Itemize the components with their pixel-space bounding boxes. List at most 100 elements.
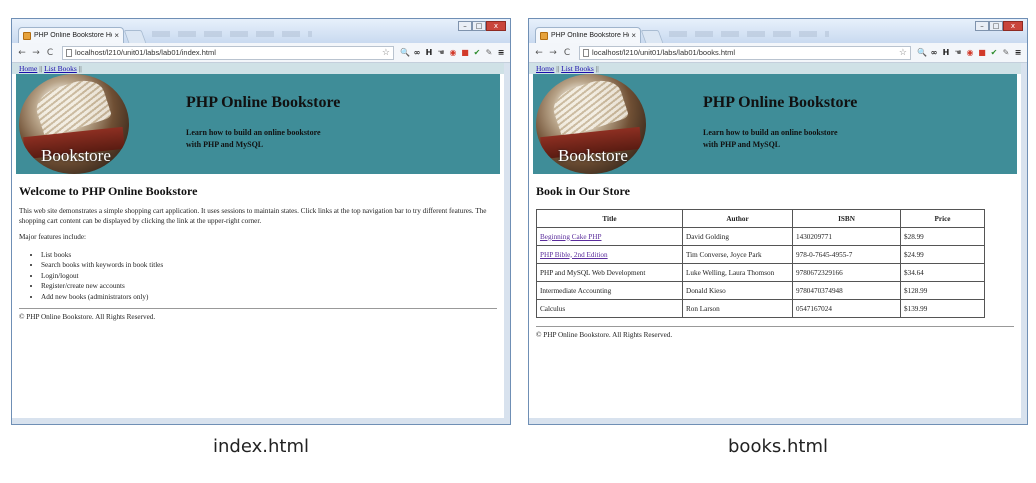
stop-extension-icon[interactable]: ■ xyxy=(977,48,987,58)
tab-close-icon[interactable]: × xyxy=(631,31,636,40)
bookmark-star-icon[interactable]: ☆ xyxy=(899,47,907,58)
list-item: Login/logout xyxy=(41,271,497,282)
site-title: PHP Online Bookstore xyxy=(186,94,341,111)
new-tab-button[interactable] xyxy=(123,30,147,43)
record-extension-icon[interactable]: ◉ xyxy=(965,48,975,58)
list-item: Add new books (administrators only) xyxy=(41,292,497,303)
nav-home-link[interactable]: Home xyxy=(536,64,554,73)
menu-icon[interactable]: ≡ xyxy=(496,48,506,58)
bookstore-logo: Bookstore xyxy=(19,74,129,174)
page-icon xyxy=(583,48,589,57)
h-extension-icon[interactable]: H xyxy=(424,48,434,58)
new-tab-button[interactable] xyxy=(640,30,664,43)
minimize-button[interactable]: – xyxy=(458,21,472,31)
isbn-cell: 978-0-7645-4955-7 xyxy=(792,245,901,264)
main-content: Book in Our Store Title Author ISBN Pric… xyxy=(529,184,1021,339)
books-table: Title Author ISBN Price Beginning Cake P… xyxy=(536,209,985,318)
logo-text: Bookstore xyxy=(41,146,111,165)
browser-window-index: PHP Online Bookstore Ho × – □ x ← → C lo… xyxy=(11,18,511,425)
maximize-button[interactable]: □ xyxy=(472,21,486,31)
close-window-button[interactable]: x xyxy=(1003,21,1023,31)
browser-window-books: PHP Online Bookstore Ho × – □ x ← → C lo… xyxy=(528,18,1028,425)
title-cell: Intermediate Accounting xyxy=(536,281,683,300)
address-bar[interactable]: localhost/l210/unit01/labs/lab01/books.h… xyxy=(579,45,911,60)
browser-tab[interactable]: PHP Online Bookstore Ho × xyxy=(18,27,124,43)
check-extension-icon[interactable]: ✔ xyxy=(472,48,482,58)
forward-icon[interactable]: → xyxy=(547,48,559,58)
subtitle-line-2: with PHP and MySQL xyxy=(703,140,781,149)
blurred-tab-strip xyxy=(669,31,829,37)
table-header-row: Title Author ISBN Price xyxy=(536,209,985,228)
check-extension-icon[interactable]: ✔ xyxy=(989,48,999,58)
glasses-extension-icon[interactable]: ∞ xyxy=(929,48,939,58)
title-bar: PHP Online Bookstore Ho × – □ x xyxy=(529,19,1027,43)
pointer-extension-icon[interactable]: ☚ xyxy=(953,48,963,58)
browser-tab[interactable]: PHP Online Bookstore Ho × xyxy=(535,27,641,43)
pointer-extension-icon[interactable]: ☚ xyxy=(436,48,446,58)
tab-close-icon[interactable]: × xyxy=(114,31,119,40)
nav-list-books-link[interactable]: List Books xyxy=(44,64,77,73)
author-cell: Tim Converse, Joyce Park xyxy=(682,245,793,264)
footer-divider xyxy=(536,326,1014,327)
table-row: Intermediate Accounting Donald Kieso 978… xyxy=(536,281,985,300)
url-text: localhost/l210/unit01/labs/lab01/index.h… xyxy=(75,48,216,57)
reload-icon[interactable]: C xyxy=(44,48,56,58)
nav-list-books-link[interactable]: List Books xyxy=(561,64,594,73)
price-cell: $128.99 xyxy=(900,281,985,300)
reload-icon[interactable]: C xyxy=(561,48,573,58)
table-row: PHP and MySQL Web Development Luke Welli… xyxy=(536,263,985,282)
address-bar[interactable]: localhost/l210/unit01/labs/lab01/index.h… xyxy=(62,45,394,60)
page-viewport: Home || List Books || Bookstore PHP Onli… xyxy=(12,63,510,424)
close-window-button[interactable]: x xyxy=(486,21,506,31)
page-heading: Welcome to PHP Online Bookstore xyxy=(19,184,198,198)
bookstore-logo: Bookstore xyxy=(536,74,646,174)
table-row: Calculus Ron Larson 0547167024 $139.99 xyxy=(536,299,985,318)
stop-extension-icon[interactable]: ■ xyxy=(460,48,470,58)
blurred-tab-strip xyxy=(152,31,312,37)
nav-home-link[interactable]: Home xyxy=(19,64,37,73)
author-cell: Donald Kieso xyxy=(682,281,793,300)
search-extension-icon[interactable]: 🔍 xyxy=(400,48,410,58)
footer-divider xyxy=(19,308,497,309)
bookmark-star-icon[interactable]: ☆ xyxy=(382,47,390,58)
author-cell: David Golding xyxy=(682,227,793,246)
page-icon xyxy=(66,48,72,57)
book-title-link[interactable]: Beginning Cake PHP xyxy=(540,233,602,241)
main-content: Welcome to PHP Online Bookstore This web… xyxy=(12,184,504,321)
back-icon[interactable]: ← xyxy=(533,48,545,58)
minimize-button[interactable]: – xyxy=(975,21,989,31)
site-banner: Bookstore PHP Online Bookstore Learn how… xyxy=(533,74,1017,174)
maximize-button[interactable]: □ xyxy=(989,21,1003,31)
site-subtitle: Learn how to build an online bookstore w… xyxy=(186,127,321,151)
price-cell: $24.99 xyxy=(900,245,985,264)
logo-text: Bookstore xyxy=(558,146,628,165)
title-cell: PHP and MySQL Web Development xyxy=(536,263,683,282)
tools-extension-icon[interactable]: ✎ xyxy=(1001,48,1011,58)
author-cell: Luke Welling, Laura Thomson xyxy=(682,263,793,282)
tools-extension-icon[interactable]: ✎ xyxy=(484,48,494,58)
back-icon[interactable]: ← xyxy=(16,48,28,58)
caption-index: index.html xyxy=(213,436,309,457)
isbn-cell: 0547167024 xyxy=(792,299,901,318)
record-extension-icon[interactable]: ◉ xyxy=(448,48,458,58)
page-viewport: Home || List Books || Bookstore PHP Onli… xyxy=(529,63,1027,424)
site-banner: Bookstore PHP Online Bookstore Learn how… xyxy=(16,74,500,174)
glasses-extension-icon[interactable]: ∞ xyxy=(412,48,422,58)
list-item: List books xyxy=(41,250,497,261)
book-title-link[interactable]: PHP Bible, 2nd Edition xyxy=(540,251,608,259)
table-row: PHP Bible, 2nd Edition Tim Converse, Joy… xyxy=(536,245,985,264)
search-extension-icon[interactable]: 🔍 xyxy=(917,48,927,58)
table-row: Beginning Cake PHP David Golding 1430209… xyxy=(536,227,985,246)
browser-toolbar: ← → C localhost/l210/unit01/labs/lab01/b… xyxy=(529,43,1027,63)
site-subtitle: Learn how to build an online bookstore w… xyxy=(703,127,838,151)
page-footer: © PHP Online Bookstore. All Rights Reser… xyxy=(536,331,673,339)
nav-separator: || xyxy=(556,64,560,73)
price-cell: $34.64 xyxy=(900,263,985,282)
tab-title: PHP Online Bookstore Ho xyxy=(34,32,113,39)
isbn-cell: 9780470374948 xyxy=(792,281,901,300)
isbn-cell: 1430209771 xyxy=(792,227,901,246)
h-extension-icon[interactable]: H xyxy=(941,48,951,58)
features-list: List books Search books with keywords in… xyxy=(41,250,497,303)
forward-icon[interactable]: → xyxy=(30,48,42,58)
menu-icon[interactable]: ≡ xyxy=(1013,48,1023,58)
